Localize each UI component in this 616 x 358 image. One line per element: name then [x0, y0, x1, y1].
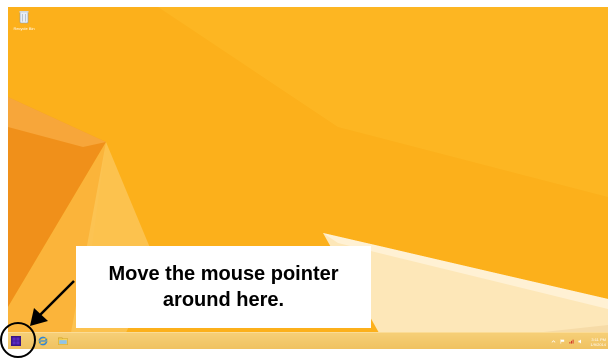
taskbar: 3:11 PM 1/9/2014 [8, 332, 608, 349]
taskbar-clock[interactable]: 3:11 PM 1/9/2014 [590, 337, 606, 347]
clock-time: 3:11 PM [591, 336, 606, 342]
system-tray: 3:11 PM 1/9/2014 [551, 334, 606, 349]
speaker-icon[interactable] [578, 339, 583, 344]
chevron-up-icon[interactable] [551, 339, 556, 344]
folder-icon[interactable] [58, 336, 68, 346]
callout-line-2: around here. [162, 289, 285, 311]
instruction-callout: Move the mouse pointer around here. [76, 246, 371, 328]
network-icon[interactable] [569, 339, 575, 344]
windows-logo-icon[interactable] [11, 336, 21, 346]
recycle-bin-shortcut[interactable]: Recycle Bin [10, 10, 38, 42]
clock-date: 1/9/2014 [590, 341, 606, 347]
recycle-bin-icon [19, 11, 29, 24]
flag-icon[interactable] [560, 339, 565, 344]
callout-line-1: Move the mouse pointer [108, 263, 339, 285]
recycle-bin-label: Recycle Bin [13, 26, 35, 31]
internet-explorer-icon[interactable] [38, 336, 48, 346]
